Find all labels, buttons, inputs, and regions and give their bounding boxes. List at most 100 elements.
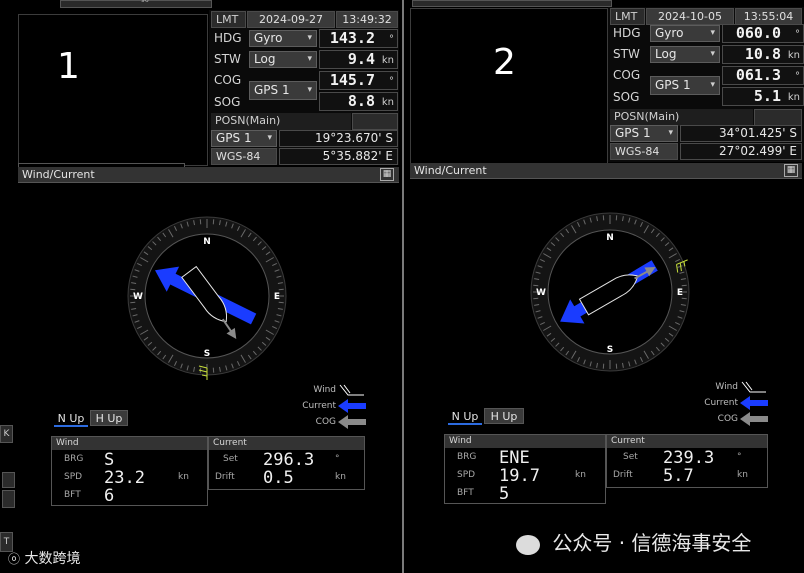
wind-brg-value: ENE — [499, 448, 530, 468]
latitude-value: 34°01.425' S — [680, 125, 802, 142]
side-button[interactable] — [2, 490, 15, 508]
lmt-date: 2024-09-27 — [247, 11, 335, 28]
current-drift-unit: kn — [335, 472, 346, 482]
ecdis-panel-2: 2 LMT 2024-10-05 13:55:04 HDG Gyro ▾ 060.… — [404, 0, 804, 573]
cogsog-source-select[interactable]: GPS 1 ▾ — [249, 81, 317, 100]
current-box-title: Current — [209, 437, 364, 450]
legend-cog-label: COG — [315, 417, 336, 427]
posn-label: POSN(Main) — [610, 109, 753, 126]
chart-blank-area: 2 — [410, 8, 608, 165]
current-box-title: Current — [607, 435, 767, 448]
ecdis-panel-1: 96 1 LMT 2024-09-27 13:49:32 HDG Gyro ▾ 1… — [0, 0, 402, 573]
wind-info-box: Wind BRG S SPD 23.2 kn BFT 6 — [51, 436, 208, 506]
window-layout-button[interactable]: ▦ — [784, 164, 798, 177]
legend-wind-label: Wind — [313, 385, 336, 395]
sog-value: 5.1 kn — [722, 87, 804, 106]
current-set-label: Set — [623, 452, 638, 462]
current-drift-value: 0.5 — [263, 468, 294, 488]
side-button[interactable] — [2, 472, 15, 488]
tab-head-up[interactable]: H Up — [484, 408, 524, 424]
sog-label: SOG — [613, 90, 640, 104]
cog-label: COG — [214, 73, 242, 87]
stw-label: STW — [214, 52, 241, 66]
legend-current-icon — [740, 396, 768, 410]
dropdown-caret-icon: ▾ — [307, 85, 312, 95]
current-set-label: Set — [223, 454, 238, 464]
legend-wind-label: Wind — [715, 382, 738, 392]
legend-cog-label: COG — [717, 414, 738, 424]
sog-label: SOG — [214, 95, 241, 109]
posn-source-select[interactable]: GPS 1 ▾ — [610, 125, 678, 142]
cogsog-source-select[interactable]: GPS 1 ▾ — [650, 76, 720, 95]
top-toolbar-stub — [412, 0, 612, 7]
wind-bft-value: 6 — [104, 486, 115, 506]
stw-source-select[interactable]: Log ▾ — [650, 46, 720, 63]
stw-label: STW — [613, 47, 640, 61]
top-toolbar-stub: 96 — [60, 0, 212, 8]
posn-label: POSN(Main) — [211, 113, 351, 130]
posn-blank — [352, 113, 398, 130]
datum-label: WGS-84 — [610, 143, 678, 160]
tab-north-up[interactable]: N Up — [448, 409, 482, 425]
legend-cog-icon — [338, 415, 366, 429]
grid-icon: ▦ — [382, 169, 392, 179]
panel-number: 1 — [57, 46, 80, 87]
dropdown-caret-icon: ▾ — [307, 54, 312, 64]
wind-bft-label: BFT — [64, 490, 81, 500]
panel-number: 2 — [493, 42, 516, 83]
stw-source-select[interactable]: Log ▾ — [249, 51, 317, 68]
wind-box-title: Wind — [52, 437, 207, 450]
current-drift-label: Drift — [613, 470, 633, 480]
nav-data-block: LMT 2024-10-05 13:55:04 HDG Gyro ▾ 060.0 °… — [608, 7, 804, 162]
compass-north-label: N — [606, 233, 614, 243]
stw-value: 10.8 kn — [722, 45, 804, 64]
sog-value: 8.8 kn — [319, 92, 398, 111]
watermark-right: 公众号 · 信德海事安全 — [516, 527, 751, 556]
legend-current-label: Current — [704, 398, 738, 408]
wind-bft-value: 5 — [499, 484, 510, 504]
window-layout-button[interactable]: ▦ — [380, 168, 394, 181]
wind-bft-label: BFT — [457, 488, 474, 498]
wind-spd-label: SPD — [457, 470, 476, 480]
current-drift-unit: kn — [737, 470, 748, 480]
compass-south-label: S — [204, 349, 210, 359]
hdg-label: HDG — [613, 26, 641, 40]
compass-east-label: E — [274, 292, 280, 302]
dropdown-caret-icon: ▾ — [307, 33, 312, 43]
tab-head-up[interactable]: H Up — [90, 410, 128, 426]
latitude-value: 19°23.670' S — [279, 130, 398, 147]
current-info-box: Current Set 296.3 ° Drift 0.5 kn — [208, 436, 365, 490]
hdg-value: 060.0 ° — [722, 24, 804, 43]
window-title-bar: Wind/Current ▦ — [410, 163, 802, 179]
compass-south-label: S — [607, 345, 613, 355]
posn-blank — [754, 109, 802, 126]
cog-value: 145.7 ° — [319, 71, 398, 90]
wind-spd-unit: kn — [575, 470, 586, 480]
hdg-source-select[interactable]: Gyro ▾ — [650, 25, 720, 42]
longitude-value: 27°02.499' E — [680, 143, 802, 160]
current-drift-label: Drift — [215, 472, 235, 482]
wind-brg-value: S — [104, 450, 115, 470]
dropdown-caret-icon: ▾ — [710, 28, 715, 38]
watermark-logo-icon: ⓞ — [8, 552, 21, 566]
dropdown-caret-icon: ▾ — [267, 133, 272, 143]
legend-current-icon — [338, 399, 366, 413]
compass-west-label: W — [133, 292, 143, 302]
nav-data-block: LMT 2024-09-27 13:49:32 HDG Gyro ▾ 143.2 °… — [209, 10, 399, 165]
compass-north-label: N — [203, 237, 211, 247]
posn-source-select[interactable]: GPS 1 ▾ — [211, 130, 277, 147]
current-set-unit: ° — [335, 454, 340, 464]
current-drift-value: 5.7 — [663, 466, 694, 486]
current-set-value: 239.3 — [663, 448, 715, 468]
legend-cog-icon — [740, 412, 768, 426]
hdg-source-select[interactable]: Gyro ▾ — [249, 30, 317, 47]
current-info-box: Current Set 239.3 ° Drift 5.7 kn — [606, 434, 768, 488]
lmt-label: LMT — [211, 11, 246, 28]
tab-north-up[interactable]: N Up — [54, 411, 88, 427]
cog-label: COG — [613, 68, 641, 82]
wind-brg-label: BRG — [457, 452, 477, 462]
watermark-left: ⓞ 大数跨境 — [8, 551, 81, 567]
wind-brg-label: BRG — [64, 454, 84, 464]
lmt-label: LMT — [610, 8, 645, 25]
side-collapse-button[interactable]: K — [0, 425, 13, 443]
